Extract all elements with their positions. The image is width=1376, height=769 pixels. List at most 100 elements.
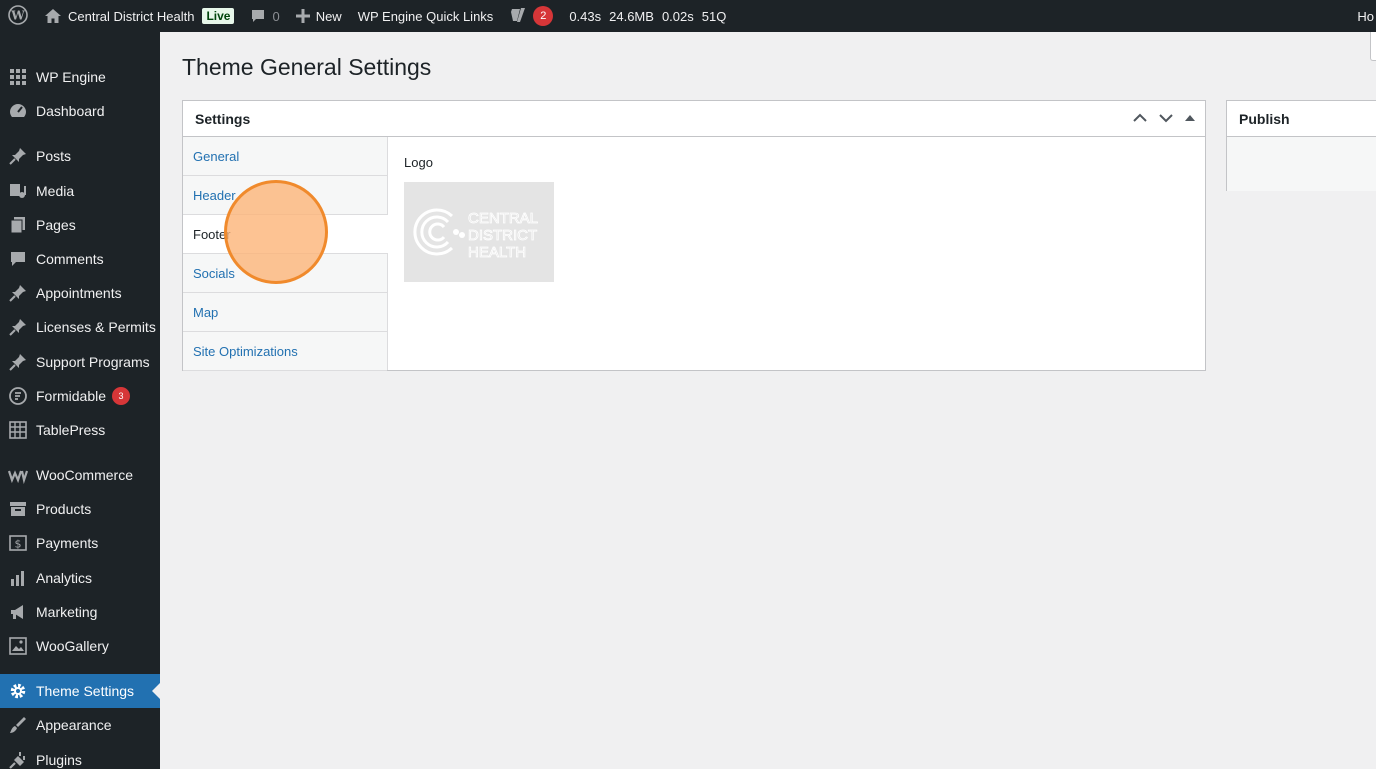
sidebar-item-appearance[interactable]: Appearance [0, 708, 160, 742]
quick-links-label: WP Engine Quick Links [357, 8, 494, 24]
bar-chart-icon [0, 569, 36, 587]
sidebar-item-label: WooCommerce [36, 467, 133, 483]
settings-metabox: Settings General Header Footer Socials Map Si… [182, 100, 1206, 371]
logo-field-label: Logo [404, 155, 433, 170]
comment-icon [250, 8, 266, 24]
sidebar-item-label: Licenses & Permits [36, 319, 156, 335]
live-badge: Live [202, 8, 235, 24]
click-indicator [224, 180, 328, 284]
qm-queries: 51Q [701, 8, 727, 24]
sidebar-item-badge: 3 [112, 387, 131, 405]
my-account-menu[interactable]: Ho [1357, 0, 1376, 32]
sidebar-item-analytics[interactable]: Analytics [0, 561, 160, 595]
logo-text-line-1: CENTRAL [468, 210, 538, 227]
sidebar-item-woocommerce[interactable]: WooCommerce [0, 458, 160, 492]
sidebar-item-label: Payments [36, 535, 99, 551]
howdy-label: Ho [1357, 8, 1374, 24]
settings-box-title: Settings [195, 110, 251, 127]
settings-box-header: Settings [183, 101, 1205, 137]
chevron-down-icon[interactable] [1157, 109, 1175, 130]
sidebar-item-label: Products [36, 501, 92, 517]
sidebar-item-label: Appointments [36, 285, 122, 301]
logo-image[interactable]: CENTRAL DISTRICT HEALTH [404, 182, 554, 282]
sidebar-item-wp-engine[interactable]: WP Engine [0, 60, 160, 94]
svg-text:$: $ [15, 538, 22, 551]
sidebar-item-label: WooGallery [36, 638, 109, 654]
sidebar-item-media[interactable]: Media [0, 174, 160, 208]
wordpress-logo-menu[interactable]: W [0, 0, 36, 32]
new-content-menu[interactable]: New [288, 0, 350, 32]
sidebar-item-label: Support Programs [36, 354, 150, 370]
site-name-menu[interactable]: Central District Health Live [36, 0, 242, 32]
sidebar-item-label: Marketing [36, 604, 98, 620]
qm-memory: 24.6MB [609, 8, 654, 24]
svg-text:W: W [10, 8, 25, 22]
comments-count: 0 [272, 8, 280, 24]
logo-text-line-2: DISTRICT [468, 227, 537, 244]
sidebar-item-label: Analytics [36, 570, 93, 586]
publish-box-header: Publish [1227, 101, 1376, 137]
sidebar-item-woogallery[interactable]: WooGallery [0, 629, 160, 663]
pin-icon [0, 318, 36, 336]
sidebar-item-label: TablePress [36, 422, 106, 438]
admin-menu: WP Engine Dashboard Posts Media Pages Comment… [0, 32, 160, 769]
woo-icon [0, 466, 36, 484]
sidebar-item-pages[interactable]: Pages [0, 208, 160, 242]
sidebar-item-label: Pages [36, 217, 76, 233]
sidebar-item-products[interactable]: Products [0, 492, 160, 526]
sidebar-item-comments[interactable]: Comments [0, 242, 160, 276]
sidebar-item-tablepress[interactable]: TablePress [0, 413, 160, 447]
sidebar-item-label: WP Engine [36, 69, 106, 85]
home-icon [44, 8, 62, 24]
sidebar-item-payments[interactable]: $ Payments [0, 526, 160, 560]
dashboard-icon [0, 102, 36, 120]
plug-icon [0, 751, 36, 769]
chevron-up-icon[interactable] [1131, 109, 1149, 130]
gallery-icon [0, 637, 36, 655]
pages-icon [0, 216, 36, 234]
sidebar-item-theme-settings[interactable]: Theme Settings [0, 674, 160, 708]
formidable-icon [0, 387, 36, 405]
qm-db-time: 0.02s [661, 8, 694, 24]
media-icon [0, 182, 36, 200]
sidebar-item-support-programs[interactable]: Support Programs [0, 345, 160, 379]
sidebar-item-plugins[interactable]: Plugins [0, 743, 160, 769]
sidebar-item-label: Dashboard [36, 103, 105, 119]
tab-general[interactable]: General [183, 137, 387, 176]
sidebar-item-marketing[interactable]: Marketing [0, 595, 160, 629]
comment-icon [0, 250, 36, 268]
plus-icon [295, 9, 310, 23]
pin-icon [0, 147, 36, 165]
comments-menu[interactable]: 0 [242, 0, 287, 32]
tab-map[interactable]: Map [183, 293, 387, 332]
metabox-controls [1131, 101, 1197, 137]
pin-icon [0, 353, 36, 371]
tab-site-optimizations[interactable]: Site Optimizations [183, 332, 387, 371]
dollar-icon: $ [0, 534, 36, 552]
logo-graphic: CENTRAL DISTRICT HEALTH [413, 208, 538, 261]
sidebar-item-label: Comments [36, 251, 104, 267]
admin-bar: W Central District Health Live 0 New WP … [0, 0, 1376, 32]
gear-icon [0, 682, 36, 700]
tab-content: Logo CENTRAL DISTRICT HEALTH [404, 155, 554, 282]
wp-engine-quick-links[interactable]: WP Engine Quick Links [350, 0, 502, 32]
sidebar-item-dashboard[interactable]: Dashboard [0, 94, 160, 128]
sidebar-item-label: Media [36, 183, 75, 199]
query-monitor-menu[interactable]: 0.43s 24.6MB 0.02s 51Q [561, 0, 734, 32]
sidebar-item-label: Theme Settings [36, 683, 135, 699]
sidebar-item-formidable[interactable]: Formidable 3 [0, 379, 160, 413]
sidebar-item-appointments[interactable]: Appointments [0, 276, 160, 310]
page-title: Theme General Settings [182, 54, 432, 80]
publish-metabox: Publish [1226, 100, 1376, 191]
wordpress-icon: W [8, 4, 28, 28]
megaphone-icon [0, 603, 36, 621]
screen-options-tab[interactable] [1370, 32, 1376, 61]
brush-icon [0, 716, 36, 734]
sidebar-item-label: Appearance [36, 717, 112, 733]
site-name: Central District Health [68, 8, 195, 24]
sidebar-item-posts[interactable]: Posts [0, 139, 160, 173]
sidebar-item-label: Posts [36, 148, 72, 164]
caret-up-icon[interactable] [1183, 111, 1197, 128]
yoast-menu[interactable]: 2 [501, 0, 561, 32]
sidebar-item-licenses-permits[interactable]: Licenses & Permits [0, 310, 160, 344]
